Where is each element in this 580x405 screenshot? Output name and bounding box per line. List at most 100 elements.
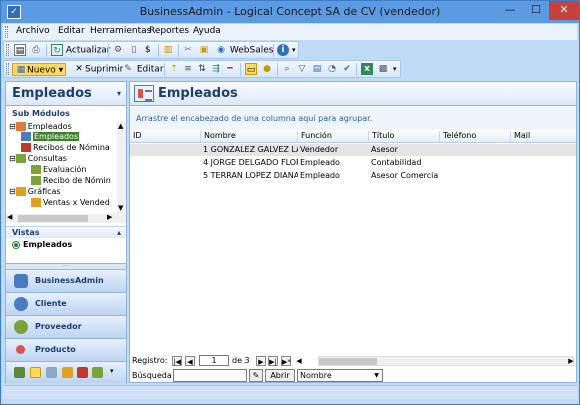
tree-collapse-icon[interactable]: ⊟ — [9, 122, 16, 131]
report-icon[interactable]: ▥ — [162, 44, 174, 57]
menu-archivo[interactable]: Archivo — [16, 26, 50, 36]
new-record-nav-button[interactable]: ▶* — [281, 356, 291, 366]
toolbar-overflow-icon[interactable]: ▾ — [292, 44, 296, 57]
editar-button[interactable]: ✎ Editar — [122, 63, 163, 76]
toolbar-grip[interactable] — [6, 63, 9, 75]
maximize-button[interactable]: ☐ — [523, 1, 549, 20]
refresh-button[interactable]: ↻ Actualizar — [51, 44, 111, 57]
tree-node-graficas[interactable]: ⊟ Gráficas — [9, 187, 61, 197]
menu-editar[interactable]: Editar — [58, 26, 85, 36]
tree-node-empleados[interactable]: Empleados — [21, 132, 80, 142]
column-header-mail[interactable]: Mail — [510, 131, 530, 142]
next-record-button[interactable]: ▶ — [256, 356, 266, 366]
tree-node-ventas[interactable]: Ventas x Vended — [31, 198, 110, 208]
menu-ayuda[interactable]: Ayuda — [193, 26, 221, 36]
filter-icon[interactable]: ▽ — [296, 63, 308, 76]
menu-reportes[interactable]: Reportes — [149, 26, 189, 36]
scroll-down-icon[interactable]: ▼ — [118, 204, 123, 212]
tree-collapse-icon[interactable]: ⊟ — [9, 187, 16, 196]
tree-node-recibo-nomina[interactable]: Recibo de Nómin — [31, 176, 111, 186]
close-button[interactable]: ✕ — [549, 1, 579, 20]
print-preview-icon[interactable]: ▤ — [14, 44, 26, 57]
vista-empleados[interactable]: Empleados — [12, 240, 72, 249]
record-number-input[interactable]: 1 — [199, 355, 229, 366]
column-header-nombre[interactable]: Nombre — [200, 131, 236, 142]
scroll-thumb[interactable] — [319, 358, 377, 365]
sort-icon[interactable]: ≡ — [182, 63, 194, 76]
abrir-button[interactable]: Abrir — [265, 369, 295, 382]
collapse-arrow-icon[interactable]: ▴ — [117, 228, 121, 237]
document-icon[interactable]: ▯ — [128, 44, 140, 57]
grid-horizontal-scrollbar[interactable] — [318, 356, 574, 366]
left-navigation-panel: Empleados ▾ Sub Módulos ⊟ Empleados Emple… — [5, 81, 127, 383]
scroll-left-icon[interactable]: ◀ — [294, 356, 304, 366]
search-clear-button[interactable]: ✎ — [249, 369, 263, 382]
column-header-telefono[interactable]: Teléfono — [439, 131, 476, 142]
scroll-thumb[interactable] — [18, 215, 88, 222]
column-header-funcion[interactable]: Función — [297, 131, 332, 142]
info-icon[interactable]: i — [277, 44, 289, 57]
group-by-area[interactable]: Arrastre el encabezado de una columna aq… — [130, 107, 576, 130]
charts-module-icon[interactable] — [77, 367, 88, 378]
tools-icon[interactable]: ✂ — [182, 44, 194, 57]
nav-businessadmin[interactable]: BusinessAdmin — [6, 269, 126, 292]
tree-horizontal-scrollbar[interactable]: ◀ ▶ — [6, 213, 126, 223]
search-input[interactable] — [173, 369, 247, 382]
first-record-button[interactable]: |◀ — [172, 356, 182, 366]
tree-node-consultas[interactable]: ⊟ Consultas — [9, 154, 67, 164]
find-icon[interactable]: ⌕ — [281, 63, 293, 76]
lock-icon[interactable]: ▣ — [198, 44, 210, 57]
reports-module-icon[interactable] — [62, 367, 73, 378]
nav-proveedor[interactable]: Proveedor — [6, 315, 126, 338]
menu-herramientas[interactable]: Herramientas — [90, 26, 151, 36]
print-icon[interactable]: ⎙ — [30, 44, 42, 57]
tree-node-evaluacion[interactable]: Evaluación — [31, 165, 86, 175]
scroll-right-icon[interactable]: ▶ — [566, 356, 576, 366]
currency-button[interactable]: $ — [145, 44, 151, 57]
tree-node-recibos[interactable]: Recibos de Nómina — [21, 143, 110, 153]
calendar-module-icon[interactable] — [92, 367, 103, 378]
nav-cliente[interactable]: Cliente — [6, 292, 126, 315]
tree-collapse-icon[interactable]: ⊟ — [9, 154, 16, 163]
page-title: Empleados — [158, 86, 238, 101]
minimize-button[interactable]: — — [497, 1, 523, 20]
toolbar-grip[interactable] — [6, 44, 9, 56]
scroll-left-icon[interactable]: ◀ — [7, 213, 12, 221]
last-record-button[interactable]: ▶| — [268, 356, 278, 366]
scroll-right-icon[interactable]: ▶ — [107, 213, 112, 221]
layout-icon[interactable]: ▭ — [245, 63, 257, 76]
employees-module-icon[interactable] — [30, 367, 41, 378]
search-field-select[interactable]: Nombre ▼ — [297, 369, 383, 382]
table-row[interactable]: 1 GONZALEZ GALVEZ LAU... Vendedor Asesor — [130, 144, 576, 156]
remove-icon[interactable]: ━ — [224, 63, 236, 76]
nav-producto[interactable]: Producto — [6, 338, 126, 361]
nuevo-button[interactable]: ▦ Nuevo ▾ — [12, 63, 67, 76]
columns-icon[interactable]: ⇶ — [210, 63, 222, 76]
collapse-arrow-icon[interactable]: ▾ — [117, 89, 121, 98]
table-row[interactable]: 5 TERRAN LOPEZ DIANA Empleado Asesor Com… — [130, 170, 576, 182]
column-header-titulo[interactable]: Título — [368, 131, 394, 142]
network-icon[interactable]: ⚙ — [112, 44, 124, 57]
tree-module-icon[interactable] — [14, 367, 25, 378]
suprimir-button[interactable]: ✕ Suprimir — [73, 63, 123, 76]
excel-icon[interactable]: x — [361, 63, 373, 76]
column-header-id[interactable]: ID — [130, 131, 142, 142]
group-icon[interactable]: ● — [261, 63, 273, 76]
menu-grip[interactable] — [5, 26, 8, 38]
check-icon[interactable]: ✔ — [341, 63, 353, 76]
tree-node-empleados-group[interactable]: ⊟ Empleados — [9, 122, 72, 132]
prev-record-button[interactable]: ◀ — [185, 356, 195, 366]
sort-az-icon[interactable]: ⇅ — [196, 63, 208, 76]
grid-icon[interactable]: ▩ — [377, 63, 389, 76]
more-modules-icon[interactable]: ▾ — [110, 367, 114, 375]
chart-icon[interactable]: ▤ — [311, 63, 323, 76]
clock-icon[interactable]: ◔ — [326, 63, 338, 76]
tree-vertical-scrollbar[interactable]: ▲ ▼ — [117, 122, 126, 214]
settings-module-icon[interactable] — [46, 367, 57, 378]
websales-button[interactable]: ◉ WebSales — [215, 44, 273, 57]
toolbar-overflow-icon[interactable]: ▾ — [393, 63, 397, 76]
vistas-header[interactable]: Vistas ▴ — [6, 226, 126, 238]
scroll-up-icon[interactable]: ▲ — [118, 122, 123, 130]
table-row[interactable]: 4 JORGE DELGADO FLORES Empleado Contabil… — [130, 157, 576, 169]
filter-up-icon[interactable]: ⇡ — [168, 63, 180, 76]
